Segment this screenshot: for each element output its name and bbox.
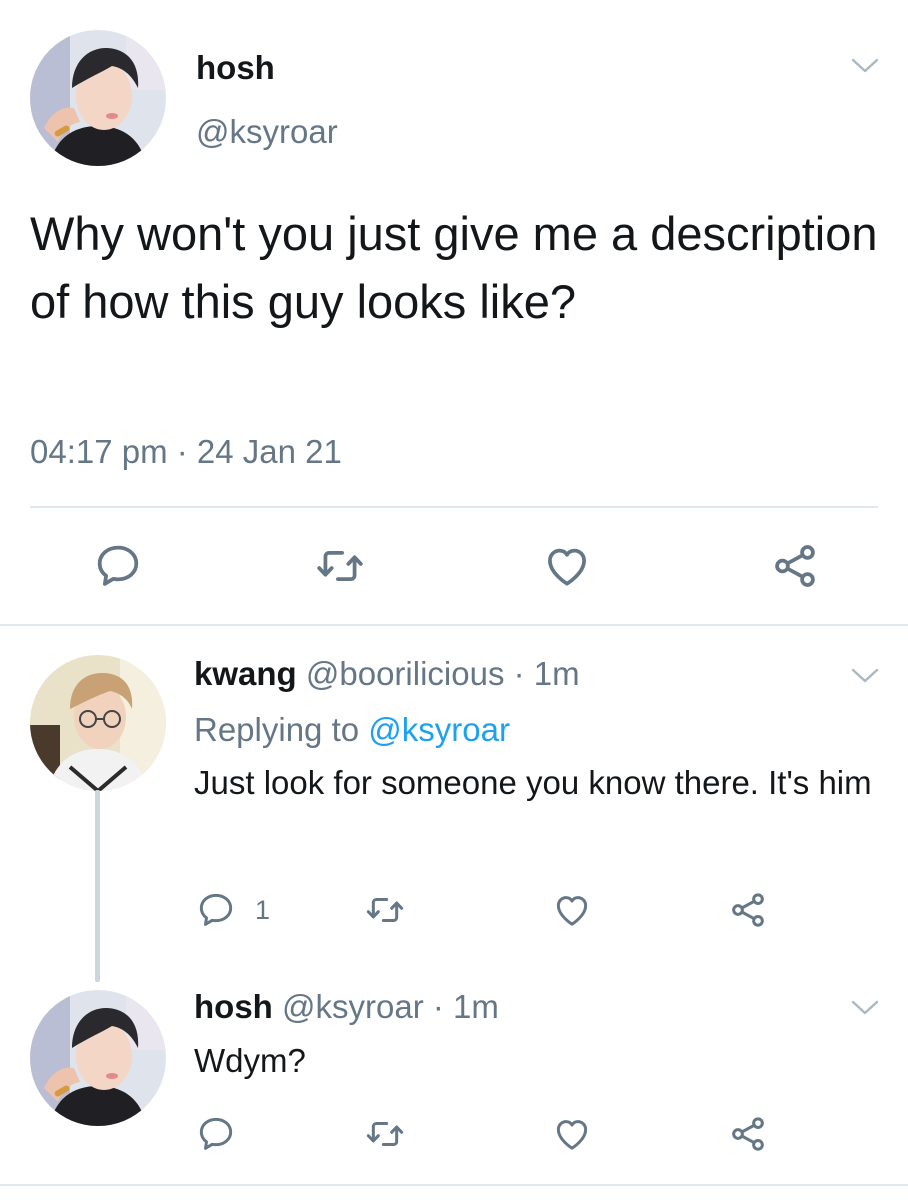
reply-icon[interactable] <box>93 541 143 591</box>
chevron-down-icon[interactable] <box>850 998 880 1018</box>
divider <box>30 506 878 508</box>
reply-avatar[interactable] <box>30 990 166 1126</box>
avatar-image <box>30 30 166 166</box>
reply-meta: @boorilicious · 1m <box>305 655 580 692</box>
mention-link[interactable]: @ksyroar <box>368 711 510 748</box>
reply-icon[interactable] <box>196 1114 236 1154</box>
reply-meta: @ksyroar · 1m <box>282 988 499 1025</box>
avatar-image <box>30 655 166 791</box>
retweet-icon[interactable] <box>315 541 365 591</box>
share-icon[interactable] <box>728 890 768 930</box>
reply-header: hosh @ksyroar · 1m <box>194 985 499 1029</box>
reply-author-name[interactable]: hosh <box>194 988 273 1025</box>
like-icon[interactable] <box>552 890 592 930</box>
like-icon[interactable] <box>552 1114 592 1154</box>
chevron-down-icon[interactable] <box>850 56 880 76</box>
divider <box>0 624 908 626</box>
reply-author-name[interactable]: kwang <box>194 655 297 692</box>
author-name[interactable]: hosh <box>196 44 275 92</box>
tweet-text: Why won't you just give me a description… <box>30 207 878 328</box>
chevron-down-icon[interactable] <box>850 666 880 686</box>
reply-header: kwang @boorilicious · 1m <box>194 652 580 696</box>
retweet-icon[interactable] <box>365 1114 405 1154</box>
author-avatar[interactable] <box>30 30 166 166</box>
reply-text: Wdym? <box>194 1042 306 1079</box>
share-icon[interactable] <box>770 541 820 591</box>
author-handle[interactable]: @ksyroar <box>196 108 338 156</box>
replying-to: Replying to @ksyroar <box>194 708 510 752</box>
reply-text: Just look for someone you know there. It… <box>194 764 872 801</box>
reply-avatar[interactable] <box>30 655 166 791</box>
replying-prefix: Replying to <box>194 711 369 748</box>
reply-icon[interactable] <box>196 890 236 930</box>
divider <box>0 1184 908 1186</box>
retweet-icon[interactable] <box>365 890 405 930</box>
avatar-image <box>30 990 166 1126</box>
like-icon[interactable] <box>542 541 592 591</box>
thread-line <box>95 790 100 982</box>
share-icon[interactable] <box>728 1114 768 1154</box>
tweet-timestamp[interactable]: 04:17 pm · 24 Jan 21 <box>30 426 342 478</box>
reply-count: 1 <box>255 895 271 925</box>
